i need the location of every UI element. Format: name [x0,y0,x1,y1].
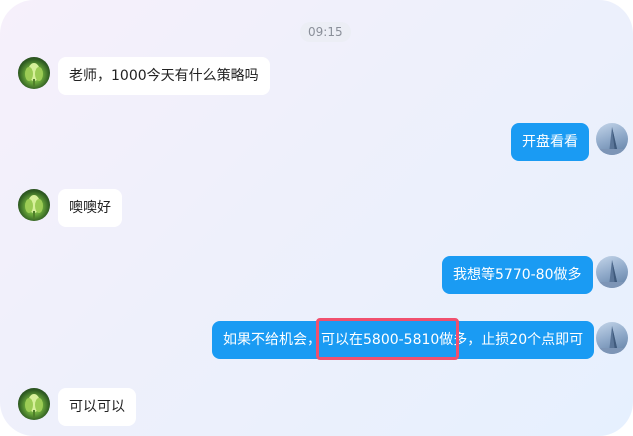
message-bubble-received[interactable]: 可以可以 [58,388,136,426]
message-bubble-sent[interactable]: 我想等5770-80做多 [442,256,593,294]
building-icon [596,260,628,288]
message-bubble-received[interactable]: 噢噢好 [58,189,122,227]
my-avatar[interactable] [596,123,628,155]
highlight-box [316,318,459,360]
chat-window: 09:15 老师，1000今天有什么策略吗 开盘看看 噢噢好 我想等5770-8… [0,0,633,436]
my-avatar[interactable] [596,322,628,354]
contact-avatar[interactable] [18,388,50,420]
my-avatar[interactable] [596,256,628,288]
contact-avatar[interactable] [18,57,50,89]
message-bubble-received[interactable]: 老师，1000今天有什么策略吗 [58,57,270,95]
timestamp: 09:15 [300,22,351,42]
contact-avatar[interactable] [18,189,50,221]
building-icon [596,326,628,354]
building-icon [596,127,628,155]
flower-icon [25,63,43,87]
message-bubble-sent[interactable]: 开盘看看 [511,123,589,161]
flower-icon [25,394,43,418]
flower-icon [25,195,43,219]
